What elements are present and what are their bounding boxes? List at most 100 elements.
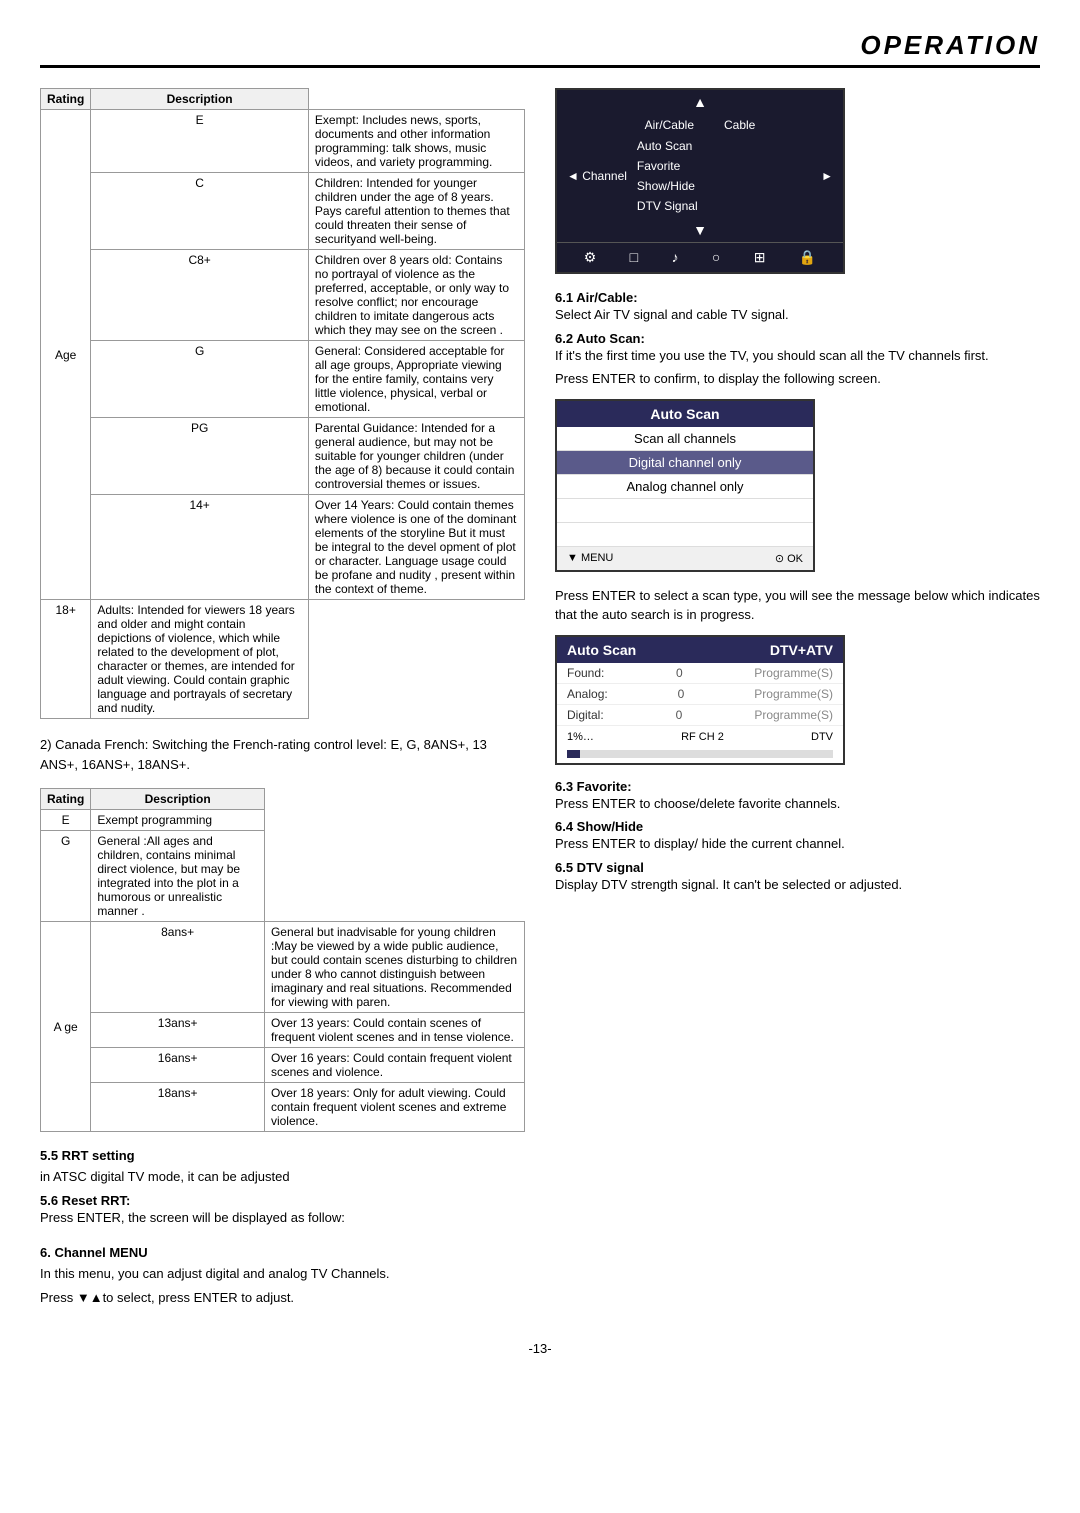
section-65-heading: 6.5 DTV signal [555,860,1040,875]
section-63-heading: 6.3 Favorite: [555,779,1040,794]
rating-code: C [91,173,309,250]
found-label: Found: [567,666,604,680]
digital-label: Digital: [567,708,604,722]
table-row: A ge 8ans+ General but inadvisable for y… [41,922,525,1013]
us-rating-table: Rating Description Age E Exempt: Include… [40,88,525,719]
table-row: 13ans+ Over 13 years: Could contain scen… [41,1013,525,1048]
section-62-heading: 6.2 Auto Scan: [555,331,1040,346]
rating-desc: General :All ages and children, contains… [91,831,265,922]
col-rating: Rating [41,89,91,110]
rating-code: 13ans+ [91,1013,265,1048]
tv-top-labels: Air/Cable Cable [557,112,843,132]
rating-desc: Over 18 years: Only for adult viewing. C… [264,1083,524,1132]
digital-row: Digital: 0 Programme(S) [557,705,843,726]
right-column: ▲ Air/Cable Cable ◄ Channel Auto Scan Fa… [555,88,1040,1311]
grid-icon: ⊞ [754,249,766,266]
rating-code: E [91,110,309,173]
scan-empty-2 [557,523,813,547]
channel-menu-heading: 6. Channel MENU [40,1245,525,1260]
reset-rrt-heading: 5.6 Reset RRT: [40,1193,525,1208]
tv-arrow-up: ▲ [557,90,843,112]
channel-menu-text2: Press ▼▲to select, press ENTER to adjust… [40,1288,525,1308]
age-label: Age [41,110,91,600]
canada-french-note: 2) Canada French: Switching the French-r… [40,735,525,774]
tv-menu-items: Auto Scan Favorite Show/Hide DTV Signal [627,136,821,216]
section-61-heading: 6.1 Air/Cable: [555,290,1040,305]
rating-desc: Adults: Intended for viewers 18 years an… [91,600,309,719]
section-64-text: Press ENTER to display/ hide the current… [555,834,1040,854]
page-header: OPERATION [40,30,1040,68]
auto-scan-dtv-box: Auto Scan DTV+ATV Found: 0 Programme(S) … [555,635,845,765]
lock-icon: 🔒 [799,249,816,266]
analog-row: Analog: 0 Programme(S) [557,684,843,705]
auto-scan-title: Auto Scan [567,642,636,658]
scan-all-channels: Scan all channels [557,427,813,451]
auto-scan-ui: Auto Scan Scan all channels Digital chan… [555,399,815,572]
analog-label: Analog: [567,687,608,701]
section-61-text: Select Air TV signal and cable TV signal… [555,305,1040,325]
scan-empty-1 [557,499,813,523]
canada-rating-table: Rating Description E Exempt programming … [40,788,525,1132]
age-label-2: A ge [41,922,91,1132]
rating-desc: General but inadvisable for young childr… [264,922,524,1013]
rating-code: G [91,341,309,418]
menu-button: ▼ MENU [567,552,613,564]
table-row: 16ans+ Over 16 years: Could contain freq… [41,1048,525,1083]
table-row: G General: Considered acceptable for all… [41,341,525,418]
rating-code: 14+ [91,495,309,600]
tv-ui-mockup: ▲ Air/Cable Cable ◄ Channel Auto Scan Fa… [555,88,845,274]
section-62-text2: Press ENTER to confirm, to display the f… [555,369,1040,389]
digital-prog: Programme(S) [754,708,833,722]
rating-code: E [41,810,91,831]
auto-scan-footer: ▼ MENU ⊙ OK [557,547,813,570]
air-cable-label: Air/Cable [645,118,694,132]
table-row: PG Parental Guidance: Intended for a gen… [41,418,525,495]
progress-bar-fill [567,750,580,758]
analog-channel-only: Analog channel only [557,475,813,499]
music-icon: ♪ [671,249,678,266]
rating-desc: Children: Intended for younger children … [308,173,524,250]
channel-menu-text1: In this menu, you can adjust digital and… [40,1264,525,1284]
analog-prog: Programme(S) [754,687,833,701]
auto-scan-subtitle: DTV+ATV [770,642,833,658]
menu-item-favorite: Favorite [633,156,815,176]
cable-label: Cable [724,118,755,132]
table-row: E Exempt: Includes news, sports, documen… [41,110,525,173]
section-63-text: Press ENTER to choose/delete favorite ch… [555,794,1040,814]
progress-pct: 1%… [567,731,594,743]
analog-count: 0 [678,687,685,701]
rating-desc: Parental Guidance: Intended for a genera… [308,418,524,495]
progress-row: 1%… RF CH 2 DTV [557,726,843,748]
square-icon: □ [630,249,638,266]
rating-desc: Over 16 years: Could contain frequent vi… [264,1048,524,1083]
clock-icon: ○ [712,249,720,266]
rating-code: 18+ [41,600,91,719]
table-row: 14+ Over 14 Years: Could contain themes … [41,495,525,600]
page-number: -13- [40,1341,1040,1356]
progress-dtv: DTV [811,731,833,743]
table-row: C8+ Children over 8 years old: Contains … [41,250,525,341]
table-row: C Children: Intended for younger childre… [41,173,525,250]
menu-item-dtv-signal: DTV Signal [633,196,815,216]
reset-rrt-text: Press ENTER, the screen will be displaye… [40,1208,525,1228]
auto-scan-header: Auto Scan [557,401,813,427]
ok-button: ⊙ OK [775,552,803,565]
rating-code: 16ans+ [91,1048,265,1083]
table-row: 18+ Adults: Intended for viewers 18 year… [41,600,525,719]
page-title: OPERATION [40,30,1040,61]
rating-code: C8+ [91,250,309,341]
tv-arrow-down: ▼ [557,220,843,242]
col-description-2: Description [91,789,265,810]
progress-rf: RF CH 2 [681,731,724,743]
auto-scan-dtv-header: Auto Scan DTV+ATV [557,637,843,663]
rating-desc: Children over 8 years old: Contains no p… [308,250,524,341]
rating-desc: Over 14 Years: Could contain themes wher… [308,495,524,600]
menu-item-auto-scan: Auto Scan [633,136,815,156]
section-65-text: Display DTV strength signal. It can't be… [555,875,1040,895]
section-62-text1: If it's the first time you use the TV, y… [555,346,1040,366]
found-prog: Programme(S) [754,666,833,680]
progress-bar [567,750,833,758]
tv-icons-row: ⚙ □ ♪ ○ ⊞ 🔒 [557,242,843,272]
rating-code: PG [91,418,309,495]
col-rating-2: Rating [41,789,91,810]
